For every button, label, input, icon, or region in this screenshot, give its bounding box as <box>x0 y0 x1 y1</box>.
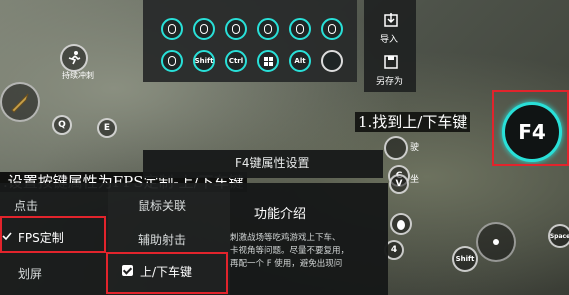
mouse-scroll-icon <box>264 24 272 34</box>
mouse-back-icon <box>328 24 336 34</box>
bullet-icon <box>11 93 29 113</box>
joystick-button[interactable] <box>476 222 516 262</box>
fps-custom-highlight <box>0 216 106 253</box>
menu-item-mouse-link[interactable]: 鼠标关联 <box>138 197 186 214</box>
vehicle-key-highlight <box>106 252 228 294</box>
info-line-2: 卡视角等问题。尽量不要复用， <box>230 246 350 256</box>
alt-key[interactable]: Alt <box>289 50 311 72</box>
menu-item-swipe[interactable]: 划屏 <box>18 265 42 282</box>
info-line-3: 再配一个 F 使用，避免出现问 <box>230 259 343 269</box>
windows-key[interactable] <box>257 50 279 72</box>
info-title: 功能介绍 <box>254 207 307 222</box>
f4-highlight <box>492 90 569 166</box>
import-icon[interactable] <box>383 12 399 28</box>
mouse-forward-key[interactable] <box>289 18 311 40</box>
empty-key[interactable] <box>321 50 343 72</box>
function-info-panel: 功能介绍 刺激战场等吃鸡游戏上下车、 卡视角等问题。尽量不要复用， 再配一个 F… <box>230 183 388 295</box>
shift-key[interactable]: Shift <box>193 50 215 72</box>
shift-game-button[interactable]: Shift <box>452 246 478 272</box>
mouse-middle-key[interactable] <box>225 18 247 40</box>
drive-label: 驶 <box>410 143 420 153</box>
menu-item-click[interactable]: 点击 <box>14 197 38 214</box>
step1-annotation: 1.找到上/下车键 <box>355 112 471 132</box>
sprint-button[interactable] <box>60 44 88 72</box>
sprint-label: 持续冲刺 <box>62 71 94 80</box>
mouse-left-key[interactable] <box>161 18 183 40</box>
e-key-button[interactable]: E <box>97 118 117 138</box>
save-as-icon[interactable] <box>383 54 399 70</box>
mouse-right-icon <box>200 24 208 34</box>
sit-label: 坐 <box>410 175 420 185</box>
menu-item-assist-shoot[interactable]: 辅助射击 <box>138 231 186 248</box>
drive-button[interactable] <box>384 136 408 160</box>
save-as-label[interactable]: 另存为 <box>376 74 403 87</box>
crosshair-icon <box>493 239 499 245</box>
running-man-icon <box>68 51 81 65</box>
space-key-button[interactable]: Space <box>548 224 569 248</box>
settings-title-bar: F4键属性设置 <box>143 150 383 178</box>
v-key-button-2[interactable]: V <box>389 174 409 194</box>
mouse-side-key[interactable] <box>161 50 183 72</box>
q-key-button[interactable]: Q <box>52 115 72 135</box>
key-palette: Shift Ctrl Alt <box>143 0 357 82</box>
mouse-back-key[interactable] <box>321 18 343 40</box>
info-line-1: 刺激战场等吃鸡游戏上下车、 <box>230 233 341 243</box>
mouse-middle-icon <box>232 24 240 34</box>
grenade-icon <box>397 220 405 230</box>
ammo-button[interactable] <box>0 82 40 122</box>
settings-title: F4键属性设置 <box>235 156 310 170</box>
grenade-button[interactable] <box>390 213 412 235</box>
ctrl-key[interactable]: Ctrl <box>225 50 247 72</box>
mouse-right-key[interactable] <box>193 18 215 40</box>
import-label[interactable]: 导入 <box>380 32 398 45</box>
windows-icon <box>263 56 273 66</box>
mouse-left-icon <box>168 24 176 34</box>
mouse-forward-icon <box>296 24 304 34</box>
mouse-scroll-key[interactable] <box>257 18 279 40</box>
right-toolbar: 导入 另存为 <box>364 0 416 92</box>
mouse-side-icon <box>168 56 176 66</box>
